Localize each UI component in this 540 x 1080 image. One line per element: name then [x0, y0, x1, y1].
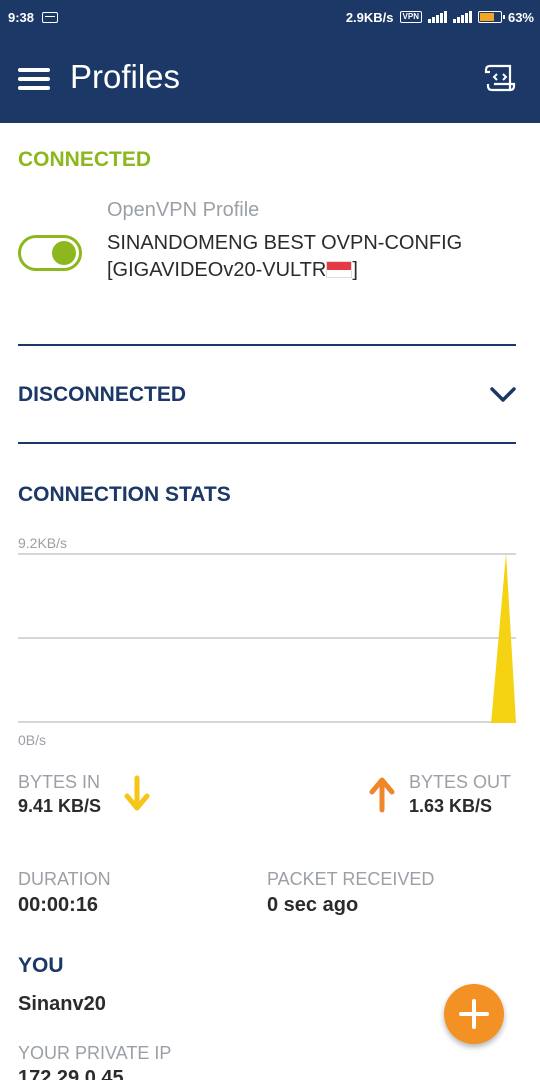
network-speed: 2.9KB/s	[345, 9, 394, 25]
singapore-flag-icon	[326, 261, 353, 278]
duration-label: DURATION	[18, 869, 111, 889]
chevron-down-icon[interactable]	[488, 384, 518, 406]
divider	[18, 442, 516, 444]
user-name: Sinanv20	[18, 993, 106, 1015]
profile-connection-toggle[interactable]	[18, 235, 82, 271]
packet-received-value: 0 sec ago	[267, 894, 359, 916]
add-profile-button[interactable]	[444, 984, 504, 1044]
bytes-out-value: 1.63 KB/S	[409, 796, 493, 816]
message-icon	[42, 11, 59, 23]
signal-icon	[427, 11, 447, 23]
profile-type: OpenVPN Profile	[107, 199, 260, 221]
profile-name-end: ]	[352, 259, 358, 281]
status-bar: 9:38 2.9KB/s VPN 63%	[0, 0, 540, 34]
status-time: 9:38	[8, 9, 35, 25]
divider	[18, 344, 516, 346]
vpn-status-icon: VPN	[399, 11, 422, 23]
profile-name[interactable]: SINANDOMENG BEST OVPN-CONFIG [GIGAVIDEOv…	[107, 230, 507, 284]
arrow-up-icon	[369, 777, 395, 813]
profile-name-text: SINANDOMENG BEST OVPN-CONFIG [GIGAVIDEOv…	[107, 232, 463, 281]
bytes-in-value: 9.41 KB/S	[18, 796, 102, 816]
bytes-in-label: BYTES IN	[18, 772, 101, 792]
private-ip-label: YOUR PRIVATE IP	[18, 1043, 172, 1063]
disconnected-heading[interactable]: DISCONNECTED	[18, 383, 186, 407]
duration-value: 00:00:16	[18, 894, 99, 916]
chart-y-max-label: 9.2KB/s	[18, 535, 68, 551]
throughput-chart	[18, 553, 516, 723]
packet-received-label: PACKET RECEIVED	[267, 869, 435, 889]
signal-2-icon	[452, 11, 472, 23]
chart-y-min-label: 0B/s	[18, 732, 47, 748]
bytes-out-label: BYTES OUT	[409, 772, 512, 792]
private-ip-value: 172.29.0.45	[18, 1067, 124, 1080]
connected-heading: CONNECTED	[18, 148, 152, 171]
arrow-down-icon	[124, 775, 150, 811]
battery-icon	[477, 11, 505, 23]
toggle-knob	[52, 241, 76, 265]
page-title: Profiles	[70, 58, 181, 95]
battery-level: 63%	[507, 9, 534, 25]
hamburger-menu-icon[interactable]	[18, 68, 50, 90]
app-bar: Profiles	[0, 34, 540, 123]
you-heading: YOU	[18, 954, 64, 977]
connection-stats-heading: CONNECTION STATS	[18, 483, 231, 506]
import-profile-icon[interactable]	[484, 62, 518, 96]
